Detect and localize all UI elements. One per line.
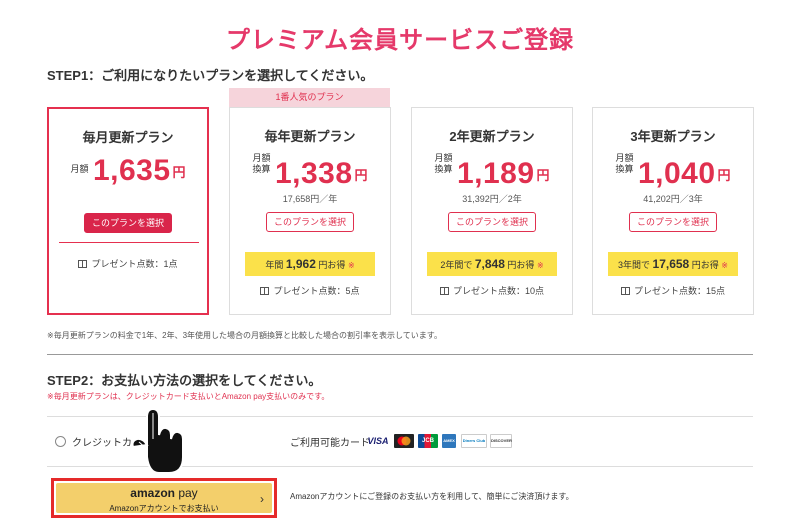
savings-banner: 3年間で 17,658 円お得 ※ [608, 252, 738, 276]
plan-card-2year[interactable]: 2年更新プラン 月額 換算 1,189 円 31,392円／2年 このプランを選択 … [411, 107, 573, 315]
plan-card-yearly[interactable]: 毎年更新プラン 月額 換算 1,338 円 17,658円／年 このプランを選択 年… [229, 107, 391, 315]
price-unit: 円 [172, 165, 186, 181]
visa-logo: VISA [367, 436, 389, 446]
price-value: 1,189 [456, 156, 535, 190]
plan-name: 3年更新プラン [630, 129, 716, 144]
plan-name: 2年更新プラン [449, 129, 535, 144]
amazon-pay-button[interactable]: amazon pay Amazonアカウントでお支払い › [56, 483, 272, 513]
points-text: プレゼント点数：5点 [273, 286, 360, 296]
points-text: プレゼント点数：1点 [91, 259, 178, 269]
popular-plan-badge: 1番人気のプラン [229, 88, 390, 107]
page-title: プレミアム会員サービスご登録 [225, 27, 575, 54]
gift-icon [78, 260, 88, 268]
plan-name: 毎月更新プラン [82, 130, 174, 145]
gift-icon [439, 287, 449, 295]
step2-heading: STEP2：お支払い方法の選択をしてください。 [47, 373, 322, 388]
plan-price: 月額 1,635 円 [49, 154, 207, 188]
amazon-pay-logo: amazon pay [130, 486, 198, 500]
plan-price: 月額 換算 1,338 円 [230, 153, 390, 191]
savings-banner: 年間 1,962 円お得 ※ [245, 252, 375, 276]
plan-card-monthly[interactable]: 毎月更新プラン 月額 1,635 円 このプランを選択 プレゼント点数：1点 [47, 107, 209, 315]
section-divider [47, 354, 753, 355]
diners-logo: Diners Club [461, 434, 487, 448]
plan-card-3year[interactable]: 3年更新プラン 月額 換算 1,040 円 41,202円／3年 このプランを選択 … [592, 107, 754, 315]
select-plan-button[interactable]: このプランを選択 [448, 212, 536, 232]
jcb-logo: JCB [418, 434, 438, 448]
amazon-pay-highlight: amazon pay Amazonアカウントでお支払い › [51, 478, 277, 518]
gift-icon [260, 287, 270, 295]
price-label: 月額 換算 [434, 153, 453, 174]
price-value: 1,040 [637, 156, 716, 190]
credit-card-label[interactable]: クレジットカ [72, 434, 132, 449]
price-unit: 円 [536, 168, 550, 183]
mastercard-logo [394, 434, 414, 448]
savings-banner: 2年間で 7,848 円お得 ※ [427, 252, 557, 276]
amazon-pay-description: Amazonアカウントにご登録のお支払い方を利用して、簡単にご決済頂けます。 [290, 492, 574, 501]
price-unit: 円 [354, 168, 368, 183]
step1-heading: STEP1：ご利用になりたいプランを選択してください。 [47, 68, 374, 83]
price-label: 月額 換算 [252, 153, 271, 174]
plan-name: 毎年更新プラン [264, 129, 356, 144]
pointing-hand-icon [127, 397, 189, 484]
plan-price: 月額 換算 1,189 円 [412, 153, 572, 191]
gift-points: プレゼント点数：1点 [49, 257, 207, 270]
price-value: 1,338 [274, 156, 353, 190]
available-cards-label: ご利用可能カード [290, 438, 370, 449]
points-text: プレゼント点数：15点 [633, 286, 725, 296]
amazon-pay-sub: Amazonアカウントでお支払い [109, 504, 219, 513]
select-plan-button[interactable]: このプランを選択 [84, 213, 172, 233]
discount-note: ※毎月更新プランの料金で1年、2年、3年使用した場合の月額換算と比較した場合の割… [47, 331, 443, 340]
plan-total: 31,392円／2年 [462, 194, 522, 204]
price-unit: 円 [717, 168, 731, 183]
points-text: プレゼント点数：10点 [452, 286, 544, 296]
credit-card-radio[interactable] [55, 436, 66, 447]
divider [59, 242, 199, 243]
price-label: 月額 [70, 164, 89, 175]
price-value: 1,635 [92, 154, 171, 187]
gift-points: プレゼント点数：15点 [593, 284, 753, 297]
plan-total: 17,658円／年 [282, 194, 338, 204]
plan-total: 41,202円／3年 [643, 194, 703, 204]
price-label: 月額 換算 [615, 153, 634, 174]
select-plan-button[interactable]: このプランを選択 [629, 212, 717, 232]
gift-points: プレゼント点数：10点 [412, 284, 572, 297]
gift-points: プレゼント点数：5点 [230, 284, 390, 297]
gift-icon [620, 287, 630, 295]
discover-logo: DISCOVER [490, 434, 512, 448]
select-plan-button[interactable]: このプランを選択 [266, 212, 354, 232]
plan-price: 月額 換算 1,040 円 [593, 153, 753, 191]
amex-logo: AMEX [442, 434, 456, 448]
chevron-right-icon: › [260, 492, 264, 506]
